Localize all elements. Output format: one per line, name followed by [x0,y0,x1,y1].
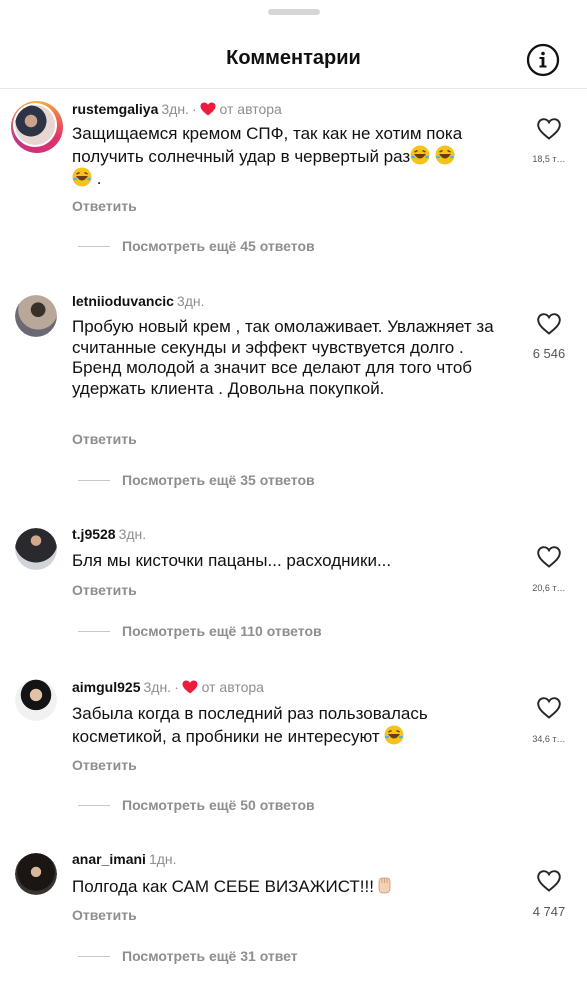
replies-line [78,956,110,957]
timestamp: 3дн. [176,293,205,309]
username[interactable]: letniioduvancic [72,293,174,309]
comment-meta: t.j9528 3дн. [72,526,146,542]
avatar[interactable] [15,853,57,895]
view-replies-button[interactable]: Посмотреть ещё 45 ответов [78,238,315,254]
sheet-grabber[interactable] [268,9,320,15]
by-author-label: от автора [219,101,282,117]
view-replies-button[interactable]: Посмотреть ещё 110 ответов [78,623,322,639]
avatar[interactable] [15,295,57,337]
comment-meta: anar_imani 1дн. [72,851,177,867]
avatar[interactable] [11,101,63,153]
view-replies-label: Посмотреть ещё 50 ответов [122,797,315,813]
comment-text: Защищаемся кремом СПФ, так как не хотим … [72,124,512,190]
reply-button[interactable]: Ответить [72,198,137,214]
timestamp: 3дн. [161,101,189,117]
view-replies-label: Посмотреть ещё 35 ответов [122,472,315,488]
separator-dot: · [191,101,197,117]
comments-sheet: Комментарии rustemgaliya 3дн. · от автора … [0,0,587,989]
username[interactable]: t.j9528 [72,526,116,542]
replies-line [78,480,110,481]
reply-button[interactable]: Ответить [72,582,137,598]
comment-text: Забыла когда в последний раз пользовалас… [72,704,492,747]
avatar[interactable] [15,528,57,570]
timestamp: 1дн. [148,851,177,867]
avatar[interactable] [15,679,57,721]
username[interactable]: anar_imani [72,851,146,867]
laughing-emoji [384,725,404,745]
timestamp: 3дн. [118,526,147,542]
heart-outline-icon[interactable] [537,546,561,568]
reply-button[interactable]: Ответить [72,757,137,773]
like-count: 20,6 т… [532,583,566,593]
timestamp: 3дн. [143,679,172,695]
heart-outline-icon[interactable] [537,118,561,140]
heart-outline-icon[interactable] [537,870,561,892]
header-divider [0,88,587,89]
laughing-emoji [435,145,455,165]
view-replies-label: Посмотреть ещё 45 ответов [122,238,315,254]
view-replies-button[interactable]: Посмотреть ещё 35 ответов [78,472,315,488]
replies-line [78,631,110,632]
comment-meta: rustemgaliya 3дн. · от автора [72,101,282,119]
view-replies-button[interactable]: Посмотреть ещё 50 ответов [78,797,315,813]
view-replies-button[interactable]: Посмотреть ещё 31 ответ [78,948,298,964]
like-count: 34,6 т… [532,734,566,744]
comment-meta: letniioduvancic 3дн. [72,293,205,309]
like-count: 18,5 т… [532,154,566,164]
heart-filled-icon [182,680,198,697]
laughing-emoji [410,145,430,165]
replies-line [78,805,110,806]
comment-meta: aimgul925 3дн. · от автора [72,679,264,697]
heart-filled-icon [200,102,216,119]
username[interactable]: rustemgaliya [72,101,158,117]
by-author-label: от автора [201,679,264,695]
comment-body: Защищаемся кремом СПФ, так как не хотим … [72,124,463,166]
comment-text: Пробую новый крем , так омолаживает. Увл… [72,317,494,398]
raised-fist-emoji [374,875,394,895]
heart-outline-icon[interactable] [537,697,561,719]
laughing-emoji [72,167,92,187]
view-replies-label: Посмотреть ещё 31 ответ [122,948,298,964]
page-title: Комментарии [226,47,361,69]
view-replies-label: Посмотреть ещё 110 ответов [122,623,322,639]
comment-body: Полгода как САМ СЕБЕ ВИЗАЖИСТ!!! [72,877,374,896]
heart-outline-icon[interactable] [537,313,561,335]
reply-button[interactable]: Ответить [72,431,137,447]
comment-text: Бля мы кисточки пацаны... расходники... [72,551,392,570]
like-count: 6 546 [532,346,566,361]
comment-body: Забыла когда в последний раз пользовалас… [72,704,428,746]
reply-button[interactable]: Ответить [72,907,137,923]
username[interactable]: aimgul925 [72,679,140,695]
like-count: 4 747 [532,904,566,919]
comment-text: Полгода как САМ СЕБЕ ВИЗАЖИСТ!!! [72,875,517,898]
separator-dot: · [174,679,179,695]
comment-tail: . [96,169,102,188]
info-icon[interactable] [526,43,560,77]
replies-line [78,246,110,247]
